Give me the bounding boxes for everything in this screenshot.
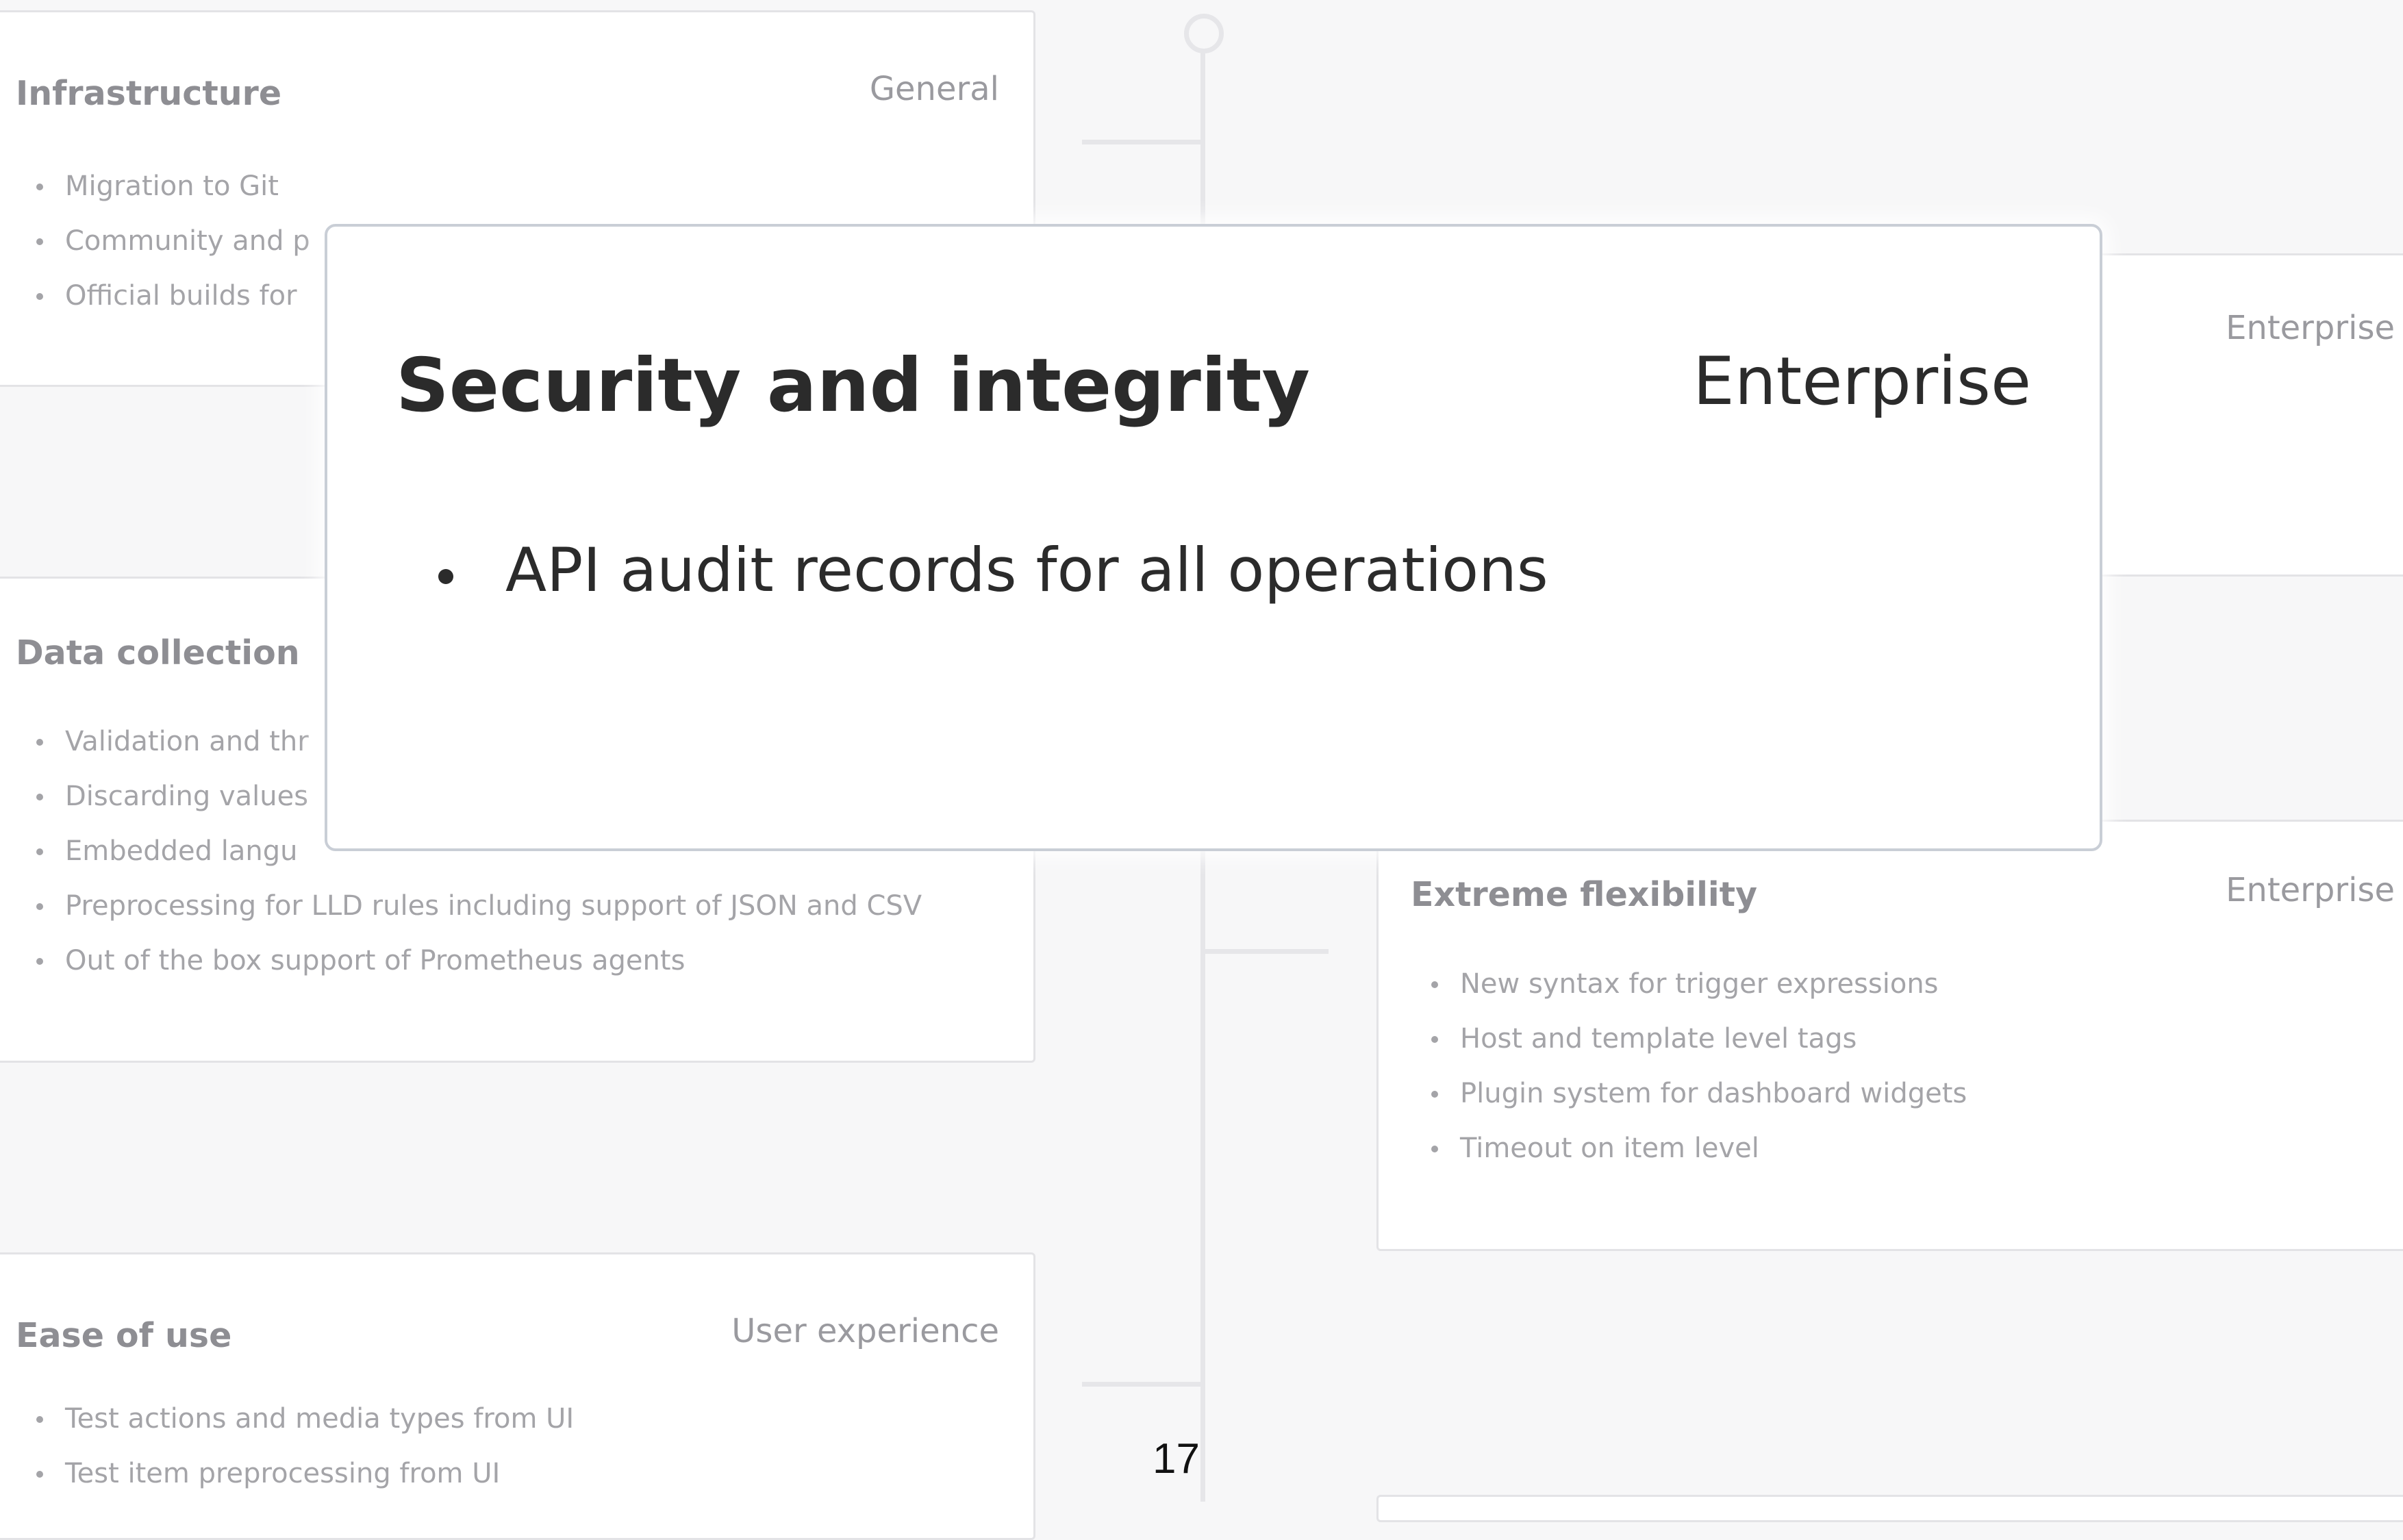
list-item: Official builds for: [16, 268, 310, 323]
list-item: Test actions and media types from UI: [16, 1391, 574, 1446]
list-item: Timeout on item level: [1411, 1121, 1967, 1176]
list-item: Test item preprocessing from UI: [16, 1446, 574, 1501]
card-tag: User experience: [731, 1312, 999, 1350]
list-item: Community and p: [16, 214, 310, 268]
timeline-branch: [1082, 140, 1205, 144]
feature-detail-card[interactable]: Security and integrity Enterprise API au…: [325, 224, 2102, 851]
list-item: New syntax for trigger expressions: [1411, 957, 1967, 1011]
modal-tag: Enterprise: [1693, 343, 2031, 420]
card-title: Extreme flexibility: [1411, 875, 1758, 914]
card-tag: Enterprise: [2226, 871, 2395, 909]
card-list: New syntax for trigger expressions Host …: [1411, 957, 1967, 1176]
card-list: Test actions and media types from UI Tes…: [16, 1391, 574, 1501]
card-ease-of-use[interactable]: Ease of use User experience Test actions…: [0, 1252, 1035, 1540]
card-title: Infrastructure: [16, 74, 282, 113]
card-list: Migration to Git Community and p Officia…: [16, 159, 310, 323]
list-item: Plugin system for dashboard widgets: [1411, 1066, 1967, 1121]
modal-list: API audit records for all operations: [396, 535, 1548, 605]
list-item: Host and template level tags: [1411, 1011, 1967, 1066]
timeline-node: [1184, 14, 1224, 53]
page-number: 17: [1153, 1435, 1200, 1482]
card-title: Ease of use: [16, 1316, 232, 1355]
timeline-branch: [1082, 1382, 1205, 1387]
timeline-branch: [1205, 949, 1329, 954]
card-extreme-flexibility[interactable]: Extreme flexibility Enterprise New synta…: [1376, 820, 2403, 1251]
list-item: API audit records for all operations: [396, 535, 1548, 605]
list-item: Out of the box support of Prometheus age…: [16, 933, 922, 988]
list-item: Preprocessing for LLD rules including su…: [16, 879, 922, 933]
card-title: Data collection: [16, 633, 300, 672]
card-tag: Enterprise: [2226, 309, 2395, 347]
modal-title: Security and integrity: [396, 343, 1310, 429]
card-partial-bottom: [1376, 1495, 2403, 1522]
list-item: Migration to Git: [16, 159, 310, 214]
card-tag: General: [869, 70, 999, 108]
